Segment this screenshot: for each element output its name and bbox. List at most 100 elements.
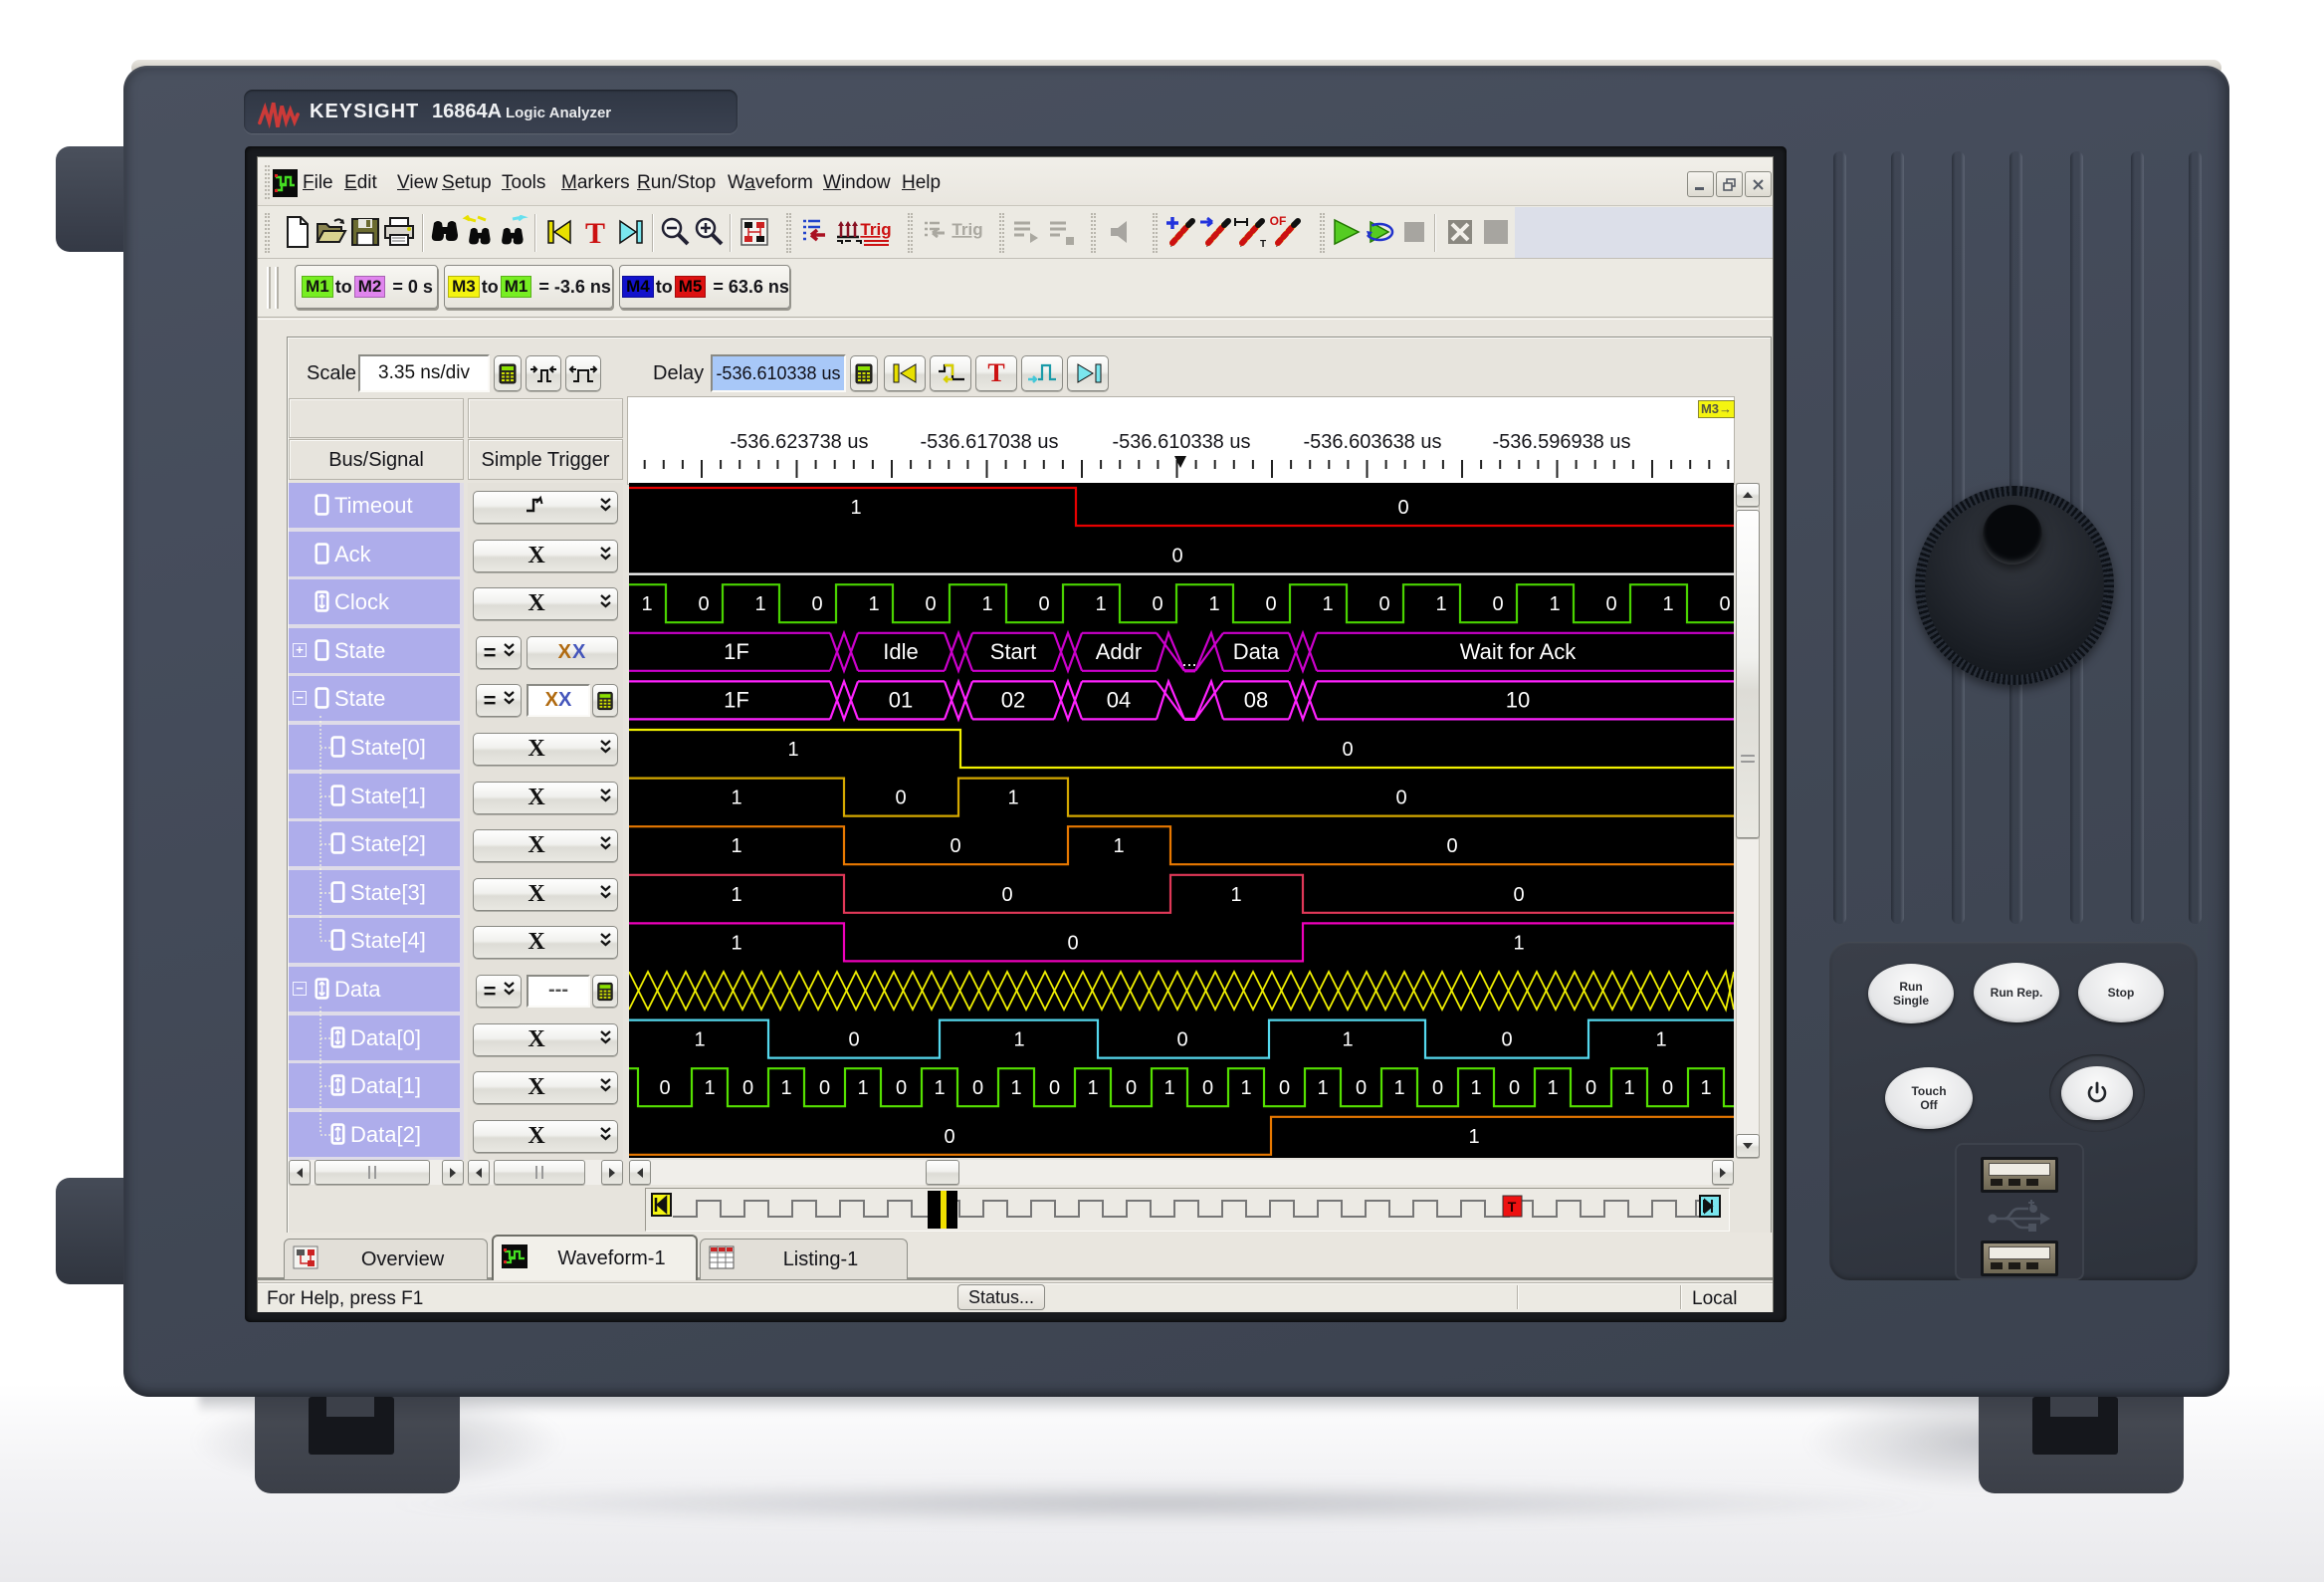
svg-text:0: 0 xyxy=(1605,593,1616,615)
svg-text:0: 0 xyxy=(1049,1077,1060,1099)
svg-text:1: 1 xyxy=(934,1077,945,1099)
svg-text:1: 1 xyxy=(754,593,765,615)
svg-text:1: 1 xyxy=(1547,1077,1558,1099)
svg-text:1: 1 xyxy=(641,593,652,615)
svg-text:1: 1 xyxy=(1317,1077,1328,1099)
svg-text:0: 0 xyxy=(1342,739,1353,761)
svg-text:0: 0 xyxy=(1513,884,1524,906)
svg-text:1: 1 xyxy=(868,593,879,615)
svg-text:0: 0 xyxy=(1176,1029,1187,1051)
svg-text:0: 0 xyxy=(950,835,960,857)
svg-text:1: 1 xyxy=(704,1077,715,1099)
svg-text:-536.603638 us: -536.603638 us xyxy=(1303,431,1441,453)
svg-text:1: 1 xyxy=(1623,1077,1634,1099)
svg-text:1: 1 xyxy=(1655,1029,1666,1051)
svg-text:1: 1 xyxy=(1007,788,1018,809)
svg-text:0: 0 xyxy=(811,593,822,615)
svg-text:1: 1 xyxy=(1163,1077,1174,1099)
svg-text:T: T xyxy=(1260,239,1266,249)
svg-text:0: 0 xyxy=(1395,788,1406,809)
svg-text:0: 0 xyxy=(698,593,709,615)
svg-text:1: 1 xyxy=(787,739,798,761)
svg-text:1: 1 xyxy=(694,1029,705,1051)
svg-text:0: 0 xyxy=(1492,593,1503,615)
svg-text:1: 1 xyxy=(1393,1077,1404,1099)
svg-text:0: 0 xyxy=(1171,546,1182,567)
svg-text:02: 02 xyxy=(1001,687,1025,712)
svg-text:T: T xyxy=(1508,1199,1517,1215)
svg-text:01: 01 xyxy=(889,687,913,712)
svg-text:0: 0 xyxy=(944,1126,954,1148)
svg-text:1: 1 xyxy=(857,1077,868,1099)
svg-text:0: 0 xyxy=(1585,1077,1596,1099)
svg-text:1F: 1F xyxy=(724,687,749,712)
svg-text:1: 1 xyxy=(1342,1029,1353,1051)
svg-text:0: 0 xyxy=(1446,835,1457,857)
svg-text:1: 1 xyxy=(1087,1077,1098,1099)
svg-text:0: 0 xyxy=(848,1029,859,1051)
svg-text:Wait for Ack: Wait for Ack xyxy=(1460,639,1578,664)
svg-text:1: 1 xyxy=(1010,1077,1021,1099)
svg-text:0: 0 xyxy=(1202,1077,1213,1099)
svg-text:1: 1 xyxy=(1662,593,1673,615)
svg-text:0: 0 xyxy=(1126,1077,1137,1099)
svg-text:-536.617038 us: -536.617038 us xyxy=(920,431,1058,453)
svg-text:1: 1 xyxy=(1095,593,1106,615)
svg-text:0: 0 xyxy=(1067,932,1078,954)
svg-text:0: 0 xyxy=(925,593,936,615)
svg-text:1: 1 xyxy=(1470,1077,1481,1099)
svg-text:1: 1 xyxy=(731,884,741,906)
svg-text:0: 0 xyxy=(1265,593,1276,615)
svg-text:1: 1 xyxy=(731,788,741,809)
svg-text:0: 0 xyxy=(972,1077,983,1099)
svg-text:-536.623738 us: -536.623738 us xyxy=(730,431,868,453)
svg-text:Addr: Addr xyxy=(1096,639,1142,664)
svg-text:0: 0 xyxy=(1432,1077,1443,1099)
svg-text:10: 10 xyxy=(1506,687,1530,712)
svg-text:1: 1 xyxy=(731,932,741,954)
svg-text:0: 0 xyxy=(1152,593,1162,615)
svg-text:1: 1 xyxy=(731,835,741,857)
svg-text:1: 1 xyxy=(850,497,861,519)
svg-text:0: 0 xyxy=(1279,1077,1290,1099)
svg-text:0: 0 xyxy=(1719,593,1730,615)
svg-text:08: 08 xyxy=(1244,687,1268,712)
svg-text:1: 1 xyxy=(1013,1029,1024,1051)
svg-text:0: 0 xyxy=(896,1077,907,1099)
svg-text:1: 1 xyxy=(1113,835,1124,857)
svg-text:1: 1 xyxy=(780,1077,791,1099)
svg-text:1F: 1F xyxy=(724,639,749,664)
svg-text:Trig: Trig xyxy=(860,220,891,239)
svg-text:1: 1 xyxy=(1513,932,1524,954)
svg-text:0: 0 xyxy=(895,788,906,809)
svg-text:T: T xyxy=(585,217,605,249)
svg-text:OF: OF xyxy=(1270,215,1287,228)
svg-text:...: ... xyxy=(1181,650,1196,670)
svg-text:0: 0 xyxy=(819,1077,830,1099)
svg-text:1: 1 xyxy=(1435,593,1446,615)
svg-text:1: 1 xyxy=(1549,593,1560,615)
svg-text:Idle: Idle xyxy=(883,639,918,664)
svg-text:1: 1 xyxy=(1700,1077,1711,1099)
svg-text:0: 0 xyxy=(1001,884,1012,906)
svg-text:1: 1 xyxy=(1468,1126,1479,1148)
svg-text:0: 0 xyxy=(1501,1029,1512,1051)
svg-text:-536.596938 us: -536.596938 us xyxy=(1492,431,1630,453)
svg-text:Data: Data xyxy=(1233,639,1280,664)
svg-text:-536.610338 us: -536.610338 us xyxy=(1112,431,1250,453)
svg-text:0: 0 xyxy=(1662,1077,1673,1099)
svg-text:Trig: Trig xyxy=(951,220,982,239)
svg-text:04: 04 xyxy=(1107,687,1131,712)
svg-text:1: 1 xyxy=(1322,593,1333,615)
svg-text:0: 0 xyxy=(1378,593,1389,615)
svg-text:0: 0 xyxy=(742,1077,753,1099)
svg-text:Start: Start xyxy=(990,639,1036,664)
svg-text:0: 0 xyxy=(659,1077,670,1099)
svg-text:0: 0 xyxy=(1038,593,1049,615)
svg-text:1: 1 xyxy=(1208,593,1219,615)
svg-text:0: 0 xyxy=(1397,497,1408,519)
svg-text:0: 0 xyxy=(1356,1077,1367,1099)
svg-text:0: 0 xyxy=(1509,1077,1520,1099)
svg-text:1: 1 xyxy=(1240,1077,1251,1099)
svg-text:1: 1 xyxy=(981,593,992,615)
